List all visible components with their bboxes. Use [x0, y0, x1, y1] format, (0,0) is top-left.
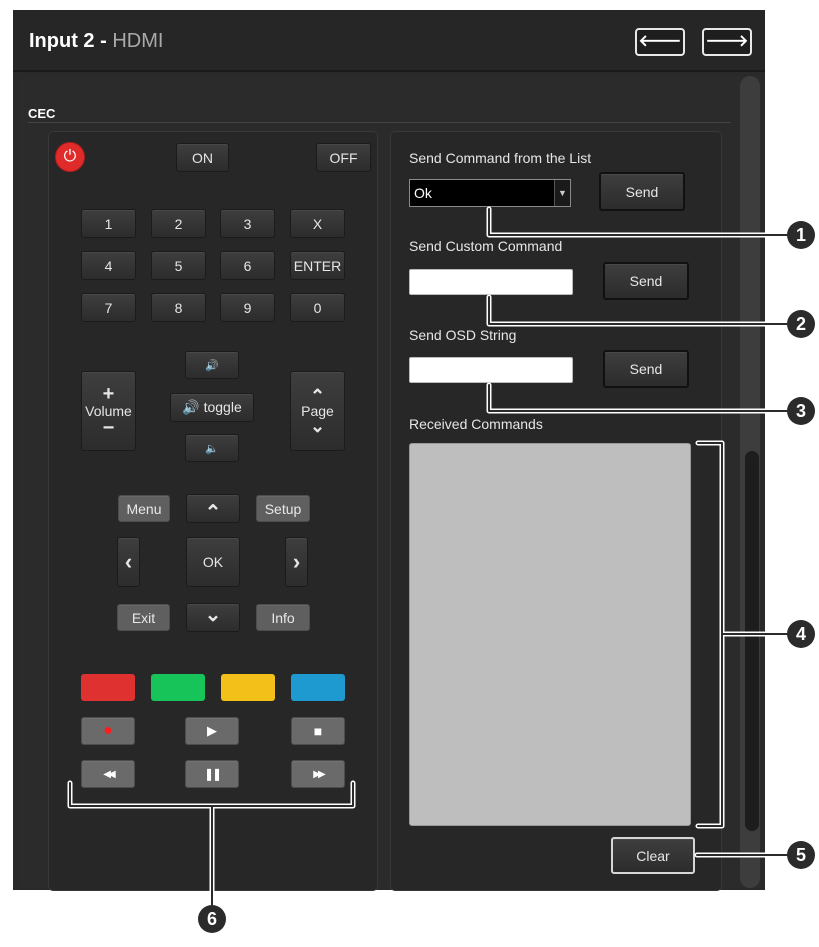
keypad-key-0[interactable]: 0 [290, 293, 345, 322]
callout-6: 6 [198, 905, 226, 933]
keypad-key-6[interactable]: 6 [220, 251, 275, 280]
keypad-key-2[interactable]: 2 [151, 209, 206, 238]
keypad-key-1[interactable]: 1 [81, 209, 136, 238]
keypad-key-4[interactable]: 4 [81, 251, 136, 280]
keypad-key-x[interactable]: X [290, 209, 345, 238]
keypad-key-9[interactable]: 9 [220, 293, 275, 322]
keypad-key-5[interactable]: 5 [151, 251, 206, 280]
callout-1: 1 [787, 221, 815, 249]
keypad-key-8[interactable]: 8 [151, 293, 206, 322]
callout-5: 5 [787, 841, 815, 869]
callout-lines [67, 206, 803, 908]
callout-3: 3 [787, 397, 815, 425]
keypad-key-3[interactable]: 3 [220, 209, 275, 238]
keypad-key-7[interactable]: 7 [81, 293, 136, 322]
keypad-key-enter[interactable]: ENTER [290, 251, 345, 280]
callout-4: 4 [787, 620, 815, 648]
callout-2: 2 [787, 310, 815, 338]
